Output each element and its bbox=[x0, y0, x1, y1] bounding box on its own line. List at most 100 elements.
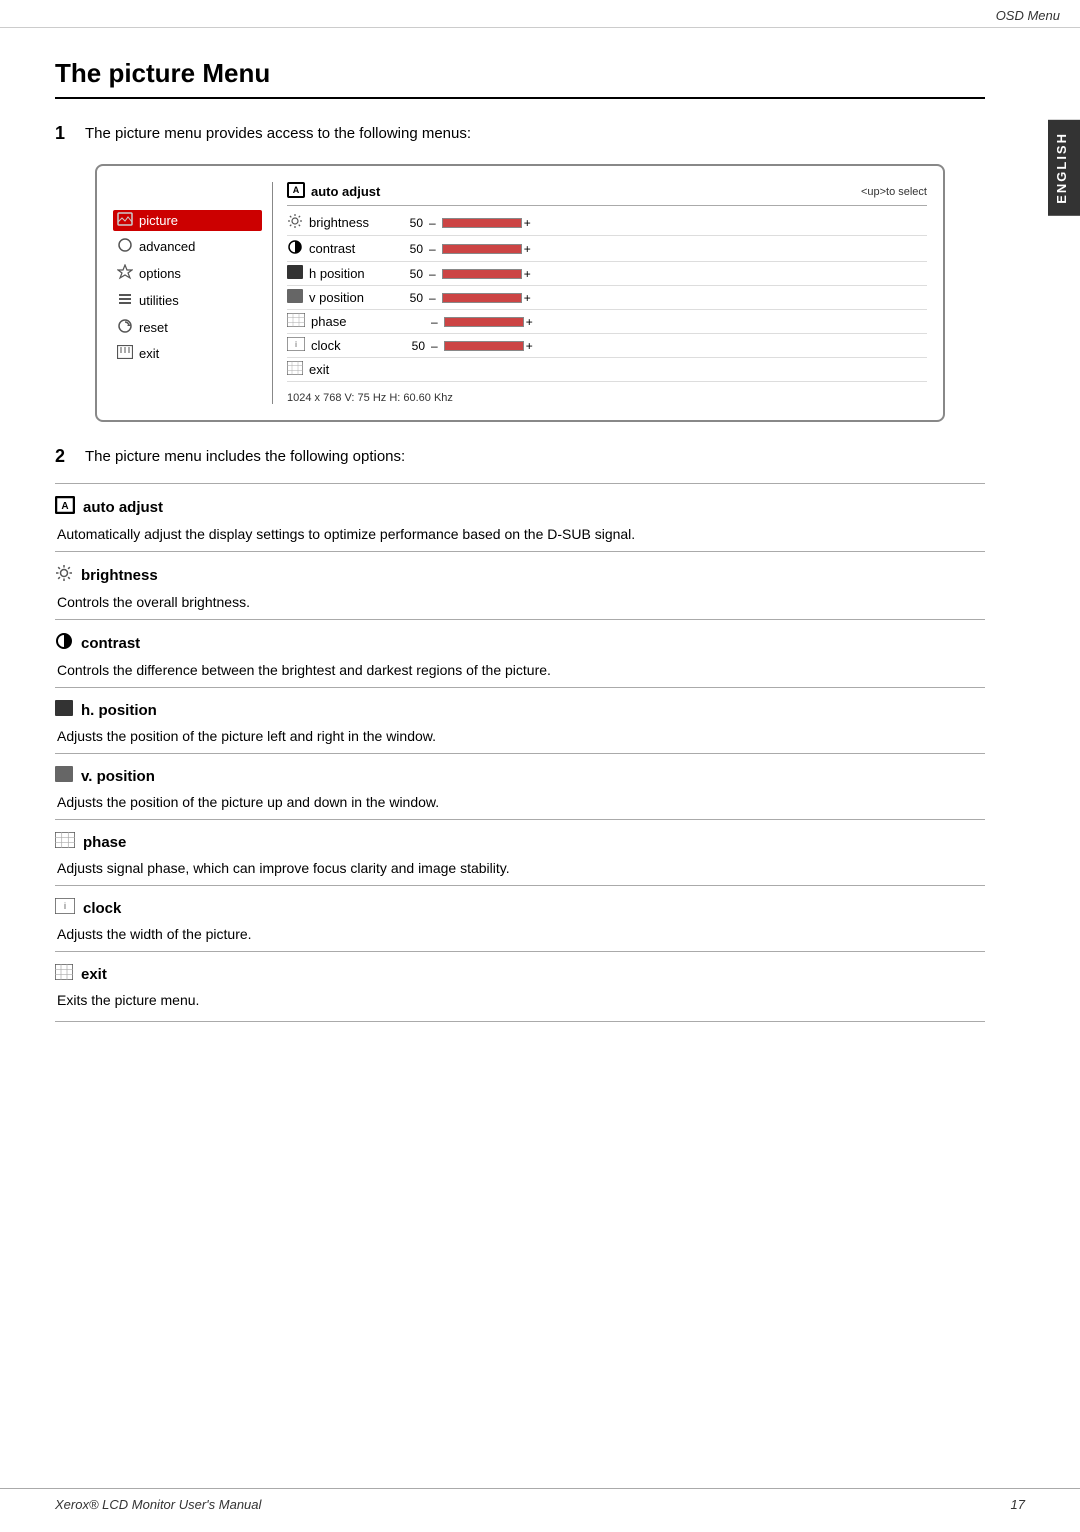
svg-text:i: i bbox=[295, 340, 297, 349]
feature-vposition-title: v. position bbox=[81, 768, 155, 785]
feature-auto-adjust-title: auto adjust bbox=[83, 499, 163, 516]
contrast-bar-container: + bbox=[442, 242, 531, 256]
reset-icon bbox=[117, 318, 133, 337]
osd-footer: 1024 x 768 V: 75 Hz H: 60.60 Khz bbox=[287, 392, 927, 404]
osd-menu-options[interactable]: options bbox=[113, 262, 262, 285]
vposition-value: 50 bbox=[395, 291, 423, 305]
osd-menu-advanced-label: advanced bbox=[139, 239, 195, 254]
feature-hposition-desc: Adjusts the position of the picture left… bbox=[55, 726, 985, 747]
section2-intro: 2 The picture menu includes the followin… bbox=[55, 446, 985, 467]
section1-text: The picture menu provides access to the … bbox=[85, 123, 471, 144]
phase-bar-container: + bbox=[444, 315, 533, 329]
osd-auto-adjust: A auto adjust bbox=[287, 182, 380, 201]
utilities-icon bbox=[117, 291, 133, 310]
feature-auto-adjust-desc: Automatically adjust the display setting… bbox=[55, 524, 985, 545]
feature-hposition-header: h. position bbox=[55, 700, 985, 720]
feature-clock-header: i clock bbox=[55, 898, 985, 918]
osd-menu-advanced[interactable]: advanced bbox=[113, 235, 262, 258]
feature-brightness-desc: Controls the overall brightness. bbox=[55, 592, 985, 613]
clock-icon: i bbox=[287, 337, 305, 354]
feature-hposition: h. position Adjusts the position of the … bbox=[55, 687, 985, 753]
osd-row-phase: phase – + bbox=[287, 310, 927, 334]
contrast-bar bbox=[442, 244, 522, 254]
exit2-icon bbox=[287, 361, 303, 378]
feature-exit-title: exit bbox=[81, 966, 107, 983]
feature-phase-title: phase bbox=[83, 834, 126, 851]
feature-vposition-desc: Adjusts the position of the picture up a… bbox=[55, 792, 985, 813]
osd-row-brightness: brightness 50 – + bbox=[287, 210, 927, 236]
osd-left-menu: picture advanced options bbox=[113, 182, 273, 404]
phase-label: phase bbox=[311, 314, 391, 329]
feature-exit-header: exit bbox=[55, 964, 985, 984]
osd-menu-reset-label: reset bbox=[139, 320, 168, 335]
main-content: The picture Menu 1 The picture menu prov… bbox=[0, 28, 1040, 1058]
feature-contrast-header: contrast bbox=[55, 632, 985, 654]
contrast-label: contrast bbox=[309, 241, 389, 256]
osd-top-row: A auto adjust <up>to select bbox=[287, 182, 927, 206]
feature-auto-adjust: A auto adjust Automatically adjust the d… bbox=[55, 483, 985, 551]
clock-bar-container: + bbox=[444, 339, 533, 353]
clock-bar bbox=[444, 341, 524, 351]
options-icon bbox=[117, 264, 133, 283]
osd-menu-utilities[interactable]: utilities bbox=[113, 289, 262, 312]
feature-contrast-desc: Controls the difference between the brig… bbox=[55, 660, 985, 681]
side-tab: ENGLISH bbox=[1048, 120, 1080, 216]
brightness-icon bbox=[287, 213, 303, 232]
brightness-label: brightness bbox=[309, 215, 389, 230]
vpos-icon bbox=[287, 289, 303, 306]
brightness-bar bbox=[442, 218, 522, 228]
vposition-bar bbox=[442, 293, 522, 303]
vpos-feature-icon bbox=[55, 766, 73, 786]
advanced-icon bbox=[117, 237, 133, 256]
feature-phase: phase Adjusts signal phase, which can im… bbox=[55, 819, 985, 885]
exit-icon bbox=[117, 345, 133, 362]
feature-auto-adjust-header: A auto adjust bbox=[55, 496, 985, 518]
feature-vposition-header: v. position bbox=[55, 766, 985, 786]
page-footer: Xerox® LCD Monitor User's Manual 17 bbox=[0, 1488, 1080, 1512]
auto-adjust-icon: A bbox=[287, 182, 305, 201]
hposition-label: h position bbox=[309, 266, 389, 281]
clock-value: 50 bbox=[397, 339, 425, 353]
feature-brightness-title: brightness bbox=[81, 567, 158, 584]
footer-right: 17 bbox=[1011, 1497, 1025, 1512]
osd-hint: <up>to select bbox=[861, 186, 927, 198]
feature-contrast: contrast Controls the difference between… bbox=[55, 619, 985, 687]
feature-clock-desc: Adjusts the width of the picture. bbox=[55, 924, 985, 945]
osd-row-exit: exit bbox=[287, 358, 927, 382]
svg-text:A: A bbox=[61, 501, 68, 512]
header-title: OSD Menu bbox=[996, 8, 1060, 23]
osd-menu-exit[interactable]: exit bbox=[113, 343, 262, 364]
feature-clock-title: clock bbox=[83, 900, 121, 917]
hposition-bar bbox=[442, 269, 522, 279]
page-title: The picture Menu bbox=[55, 58, 985, 89]
phase-feature-icon bbox=[55, 832, 75, 852]
exit-label-right: exit bbox=[309, 362, 389, 377]
auto-adjust-label: auto adjust bbox=[311, 184, 380, 199]
feature-brightness: brightness Controls the overall brightne… bbox=[55, 551, 985, 619]
clock-label: clock bbox=[311, 338, 391, 353]
contrast-icon bbox=[287, 239, 303, 258]
osd-menu-options-label: options bbox=[139, 266, 181, 281]
vposition-label: v position bbox=[309, 290, 389, 305]
osd-row-clock: i clock 50 – + bbox=[287, 334, 927, 358]
brightness-feature-icon bbox=[55, 564, 73, 586]
feature-hposition-title: h. position bbox=[81, 702, 157, 719]
exit-feature-icon bbox=[55, 964, 73, 984]
feature-contrast-title: contrast bbox=[81, 635, 140, 652]
osd-menu-exit-label: exit bbox=[139, 346, 159, 361]
osd-right-panel: A auto adjust <up>to select bbox=[273, 182, 927, 404]
osd-menu-reset[interactable]: reset bbox=[113, 316, 262, 339]
feature-phase-desc: Adjusts signal phase, which can improve … bbox=[55, 858, 985, 879]
brightness-bar-container: + bbox=[442, 216, 531, 230]
osd-menu-picture[interactable]: picture bbox=[113, 210, 262, 231]
section1-number: 1 bbox=[55, 123, 75, 144]
section2-number: 2 bbox=[55, 446, 75, 467]
feature-exit: exit Exits the picture menu. bbox=[55, 951, 985, 1028]
hposition-value: 50 bbox=[395, 267, 423, 281]
vposition-bar-container: + bbox=[442, 291, 531, 305]
feature-brightness-header: brightness bbox=[55, 564, 985, 586]
feature-clock: i clock Adjusts the width of the picture… bbox=[55, 885, 985, 951]
contrast-feature-icon bbox=[55, 632, 73, 654]
picture-icon bbox=[117, 212, 133, 229]
osd-inner: picture advanced options bbox=[113, 182, 927, 404]
